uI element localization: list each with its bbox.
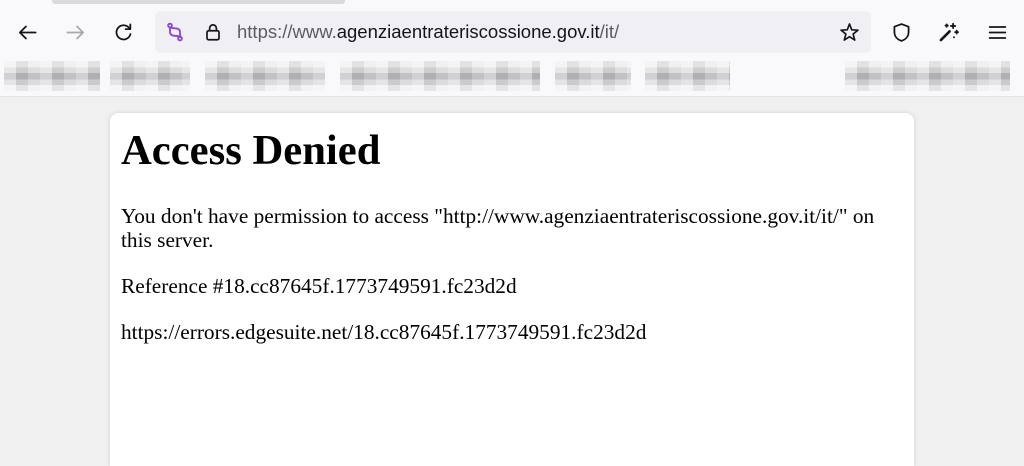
- bookmark-item[interactable]: [555, 61, 631, 91]
- star-icon: [839, 22, 860, 43]
- url-prefix: https://www.: [237, 21, 337, 42]
- reload-button[interactable]: [105, 14, 141, 50]
- bookmark-item[interactable]: [205, 61, 325, 91]
- bookmark-item[interactable]: [4, 61, 100, 91]
- lock-icon[interactable]: [203, 22, 223, 42]
- bookmark-item[interactable]: [340, 61, 540, 91]
- bookmark-star-button[interactable]: [833, 16, 865, 48]
- linked-nodes-icon[interactable]: [165, 22, 185, 42]
- url-path: /it/: [599, 21, 620, 42]
- reference-id: Reference #18.cc87645f.1773749591.fc23d2…: [121, 273, 517, 298]
- shield-icon: [891, 22, 912, 43]
- url-text[interactable]: https://www.agenziaentrateriscossione.go…: [237, 11, 619, 53]
- bookmark-item[interactable]: [645, 61, 730, 91]
- arrow-left-icon: [17, 22, 38, 43]
- tracking-protection-button[interactable]: [883, 14, 919, 50]
- back-button[interactable]: [9, 14, 45, 50]
- page-content: Access Denied You don't have permission …: [110, 113, 914, 466]
- extension-button[interactable]: [930, 14, 966, 50]
- forward-button[interactable]: [57, 14, 93, 50]
- selected-tab-edge[interactable]: [52, 0, 345, 4]
- address-bar[interactable]: https://www.agenziaentrateriscossione.go…: [155, 11, 871, 53]
- bookmark-item[interactable]: [845, 61, 1010, 91]
- bookmark-item[interactable]: [110, 61, 190, 91]
- reload-icon: [113, 22, 134, 43]
- page-title: Access Denied: [121, 127, 381, 174]
- magic-wand-icon: [938, 22, 959, 43]
- error-message: You don't have permission to access "htt…: [121, 203, 875, 253]
- url-domain: agenziaentrateriscossione.gov.it: [336, 21, 600, 42]
- browser-chrome: https://www.agenziaentrateriscossione.go…: [0, 0, 1024, 97]
- app-menu-button[interactable]: [979, 14, 1015, 50]
- hamburger-menu-icon: [987, 22, 1008, 43]
- arrow-right-icon: [65, 22, 86, 43]
- bookmarks-toolbar: [0, 57, 1024, 97]
- error-url: https://errors.edgesuite.net/18.cc87645f…: [121, 319, 647, 344]
